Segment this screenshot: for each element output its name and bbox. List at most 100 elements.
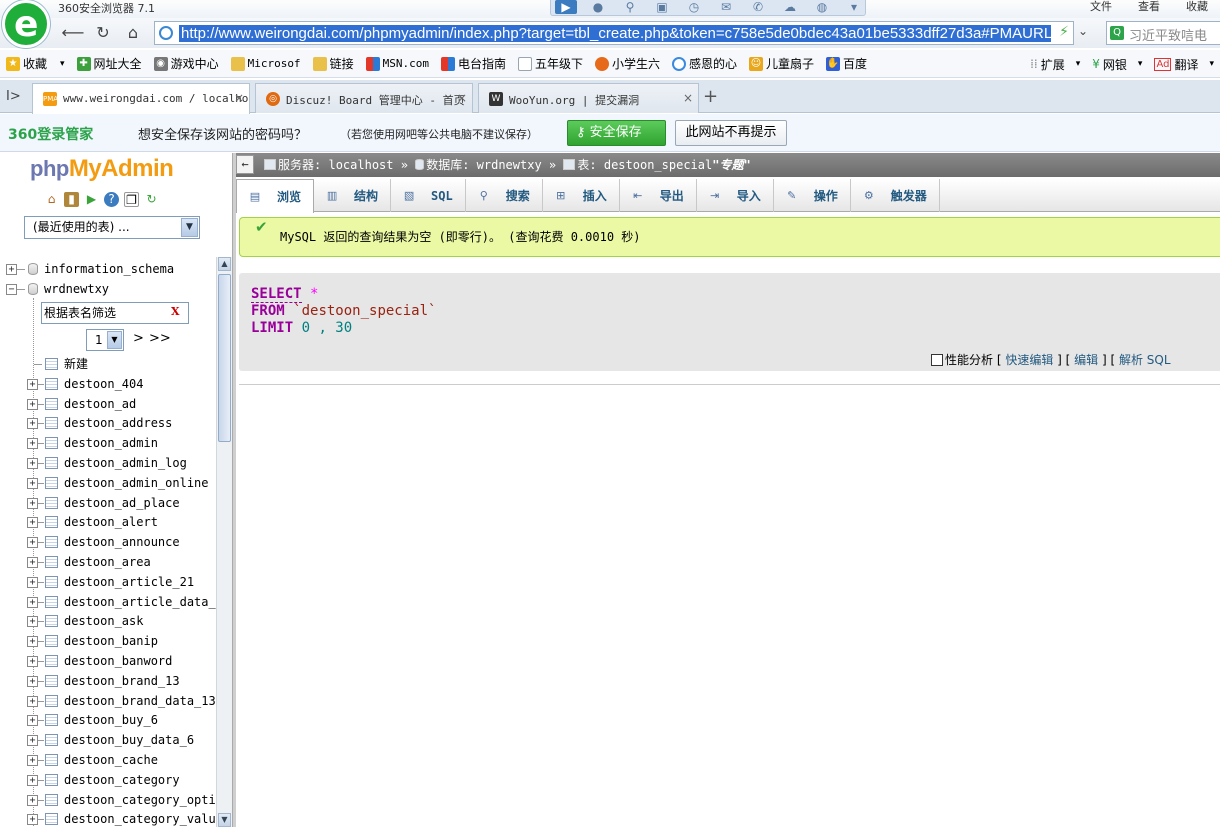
expand-icon[interactable]: + bbox=[6, 264, 17, 275]
sidebar-toggle-icon[interactable]: I> bbox=[6, 89, 21, 104]
scroll-up-icon[interactable]: ▲ bbox=[218, 257, 231, 271]
home-icon[interactable]: ⌂ bbox=[120, 22, 146, 44]
table-item[interactable]: + destoon_category bbox=[0, 770, 216, 790]
never-prompt-button[interactable]: 此网站不再提示 bbox=[675, 120, 787, 146]
chevron-down-icon[interactable]: ▾ bbox=[1209, 59, 1214, 69]
profiling-checkbox[interactable] bbox=[931, 354, 943, 366]
scroll-down-icon[interactable]: ▼ bbox=[218, 813, 231, 827]
table-item[interactable]: + destoon_alert bbox=[0, 512, 216, 532]
expand-icon[interactable]: + bbox=[27, 378, 38, 390]
address-dropdown-icon[interactable]: ⌄ bbox=[1078, 24, 1088, 38]
next-page-link[interactable]: > bbox=[133, 331, 144, 346]
phone-icon[interactable]: ✆ bbox=[747, 0, 769, 14]
expand-icon[interactable]: + bbox=[27, 794, 38, 806]
browser-logo[interactable]: e bbox=[2, 0, 50, 48]
menu-file[interactable]: 文件 bbox=[1090, 0, 1112, 14]
table-item[interactable]: + destoon_area bbox=[0, 552, 216, 572]
expand-icon[interactable]: + bbox=[27, 576, 38, 588]
tab-sql[interactable]: ▧ SQL bbox=[391, 179, 466, 212]
menu-favorites[interactable]: 收藏 bbox=[1186, 0, 1208, 14]
expand-icon[interactable]: + bbox=[27, 556, 38, 568]
tab-wrench[interactable]: ✎ 操作 bbox=[774, 179, 851, 212]
tab-import[interactable]: ⇥ 导入 bbox=[697, 179, 774, 212]
explain-sql-link[interactable]: 解析 SQL bbox=[1119, 353, 1171, 367]
expand-icon[interactable]: + bbox=[27, 814, 38, 826]
chevron-down-icon[interactable]: ▾ bbox=[1076, 59, 1081, 69]
page-select[interactable]: 1 ▼ bbox=[86, 329, 124, 351]
query-window-icon[interactable]: ▶ bbox=[84, 192, 99, 207]
chevron-down-icon[interactable]: ▾ bbox=[1138, 59, 1143, 69]
table-item[interactable]: + destoon_article_21 bbox=[0, 572, 216, 592]
expand-icon[interactable]: + bbox=[27, 517, 38, 529]
search-engine-icon[interactable]: Q bbox=[1110, 26, 1124, 40]
bookmark-baidu[interactable]: ✋ 百度 bbox=[820, 55, 873, 72]
search-icon[interactable]: ⚲ bbox=[619, 0, 641, 14]
expand-icon[interactable]: + bbox=[27, 497, 38, 509]
tab-browse[interactable]: ▤ 浏览 bbox=[236, 179, 315, 213]
bookmark-links[interactable]: 链接 bbox=[307, 55, 360, 72]
bookmark-grade5[interactable]: 五年级下 bbox=[512, 55, 589, 72]
menu-view[interactable]: 查看 bbox=[1138, 0, 1160, 14]
dropdown-icon[interactable]: ▾ bbox=[843, 0, 865, 14]
table-item[interactable]: + destoon_cache bbox=[0, 750, 216, 770]
speed-mode-icon[interactable]: ⚡ bbox=[1059, 24, 1069, 40]
close-icon[interactable]: × bbox=[683, 91, 693, 105]
home-icon[interactable]: ⌂ bbox=[44, 192, 59, 207]
close-icon[interactable]: × bbox=[234, 91, 244, 105]
expand-icon[interactable]: + bbox=[27, 537, 38, 549]
table-item[interactable]: + destoon_buy_6 bbox=[0, 710, 216, 730]
breadcrumb-table[interactable]: destoon_special bbox=[604, 158, 712, 172]
reload-icon[interactable]: ↻ bbox=[144, 192, 159, 207]
clear-filter-icon[interactable]: X bbox=[171, 305, 180, 318]
table-item[interactable]: + destoon_admin_online bbox=[0, 473, 216, 493]
pma-logo[interactable]: phpMyAdmin bbox=[30, 155, 174, 183]
bookmark-fan[interactable]: ☺ 儿童扇子 bbox=[743, 55, 820, 72]
search-input[interactable]: 习近平致唁电 bbox=[1129, 25, 1207, 44]
db-item-wrdnewtxy[interactable]: − wrdnewtxy bbox=[0, 279, 216, 299]
chevron-down-icon[interactable]: ▾ bbox=[60, 59, 65, 69]
bookmark-favorites[interactable]: ★ 收藏 ▾ bbox=[0, 55, 71, 72]
bookmark-pupil[interactable]: 小学生六 bbox=[589, 55, 666, 72]
expand-icon[interactable]: + bbox=[27, 616, 38, 628]
bookmark-nav[interactable]: ✚ 网址大全 bbox=[71, 55, 148, 72]
sql-keyword[interactable]: SELECT bbox=[251, 286, 302, 303]
tab-insert[interactable]: ⊞ 插入 bbox=[543, 179, 620, 212]
bookmark-microsoft[interactable]: Microsof bbox=[225, 56, 307, 71]
collapse-icon[interactable]: − bbox=[6, 283, 17, 295]
expand-icon[interactable]: + bbox=[27, 398, 38, 410]
recent-tables-select[interactable]: (最近使用的表) ... ▼ bbox=[24, 216, 200, 239]
media-icon[interactable]: ▶ bbox=[555, 0, 577, 14]
expand-icon[interactable]: + bbox=[27, 596, 38, 608]
table-item[interactable]: + destoon_brand_data_13 bbox=[0, 691, 216, 711]
docs-icon[interactable]: ? bbox=[104, 192, 119, 207]
extensions-button[interactable]: ⁞⁞ 扩展 ▾ bbox=[1024, 56, 1086, 73]
tab-wooyun[interactable]: W WooYun.org | 提交漏洞 × bbox=[478, 83, 699, 113]
save-password-button[interactable]: ⚷ 安全保存 bbox=[567, 120, 666, 146]
table-item[interactable]: + destoon_brand_13 bbox=[0, 671, 216, 691]
mail-icon[interactable]: ✉ bbox=[715, 0, 737, 14]
exit-icon[interactable]: ▮ bbox=[64, 192, 79, 207]
translate-button[interactable]: Ad 翻译 ▾ bbox=[1148, 56, 1220, 73]
db-item-information-schema[interactable]: + information_schema bbox=[0, 259, 216, 279]
expand-icon[interactable]: + bbox=[27, 477, 38, 489]
user-icon[interactable]: ● bbox=[587, 0, 609, 14]
table-item[interactable]: + destoon_admin bbox=[0, 433, 216, 453]
table-item[interactable]: + destoon_ad_place bbox=[0, 493, 216, 513]
expand-icon[interactable]: + bbox=[27, 754, 38, 766]
expand-icon[interactable]: + bbox=[27, 695, 38, 707]
quick-edit-link[interactable]: 快速编辑 bbox=[1005, 353, 1053, 367]
new-table-item[interactable]: 新建 bbox=[0, 354, 216, 374]
tab-structure[interactable]: ▥ 结构 bbox=[314, 179, 392, 212]
last-page-link[interactable]: >> bbox=[149, 331, 171, 346]
collapse-nav-button[interactable]: ← bbox=[236, 155, 254, 174]
tab-search[interactable]: ⚲ 搜索 bbox=[466, 179, 543, 212]
expand-icon[interactable]: + bbox=[27, 715, 38, 727]
table-item[interactable]: + destoon_ad bbox=[0, 394, 216, 414]
expand-icon[interactable]: + bbox=[27, 735, 38, 747]
expand-icon[interactable]: + bbox=[27, 438, 38, 450]
table-item[interactable]: + destoon_address bbox=[0, 413, 216, 433]
tab-export[interactable]: ⇤ 导出 bbox=[620, 179, 697, 212]
tab-phpmyadmin[interactable]: PMA www.weirongdai.com / localhost × bbox=[32, 83, 250, 114]
breadcrumb-database[interactable]: wrdnewtxy bbox=[477, 158, 542, 172]
table-item[interactable]: + destoon_404 bbox=[0, 374, 216, 394]
